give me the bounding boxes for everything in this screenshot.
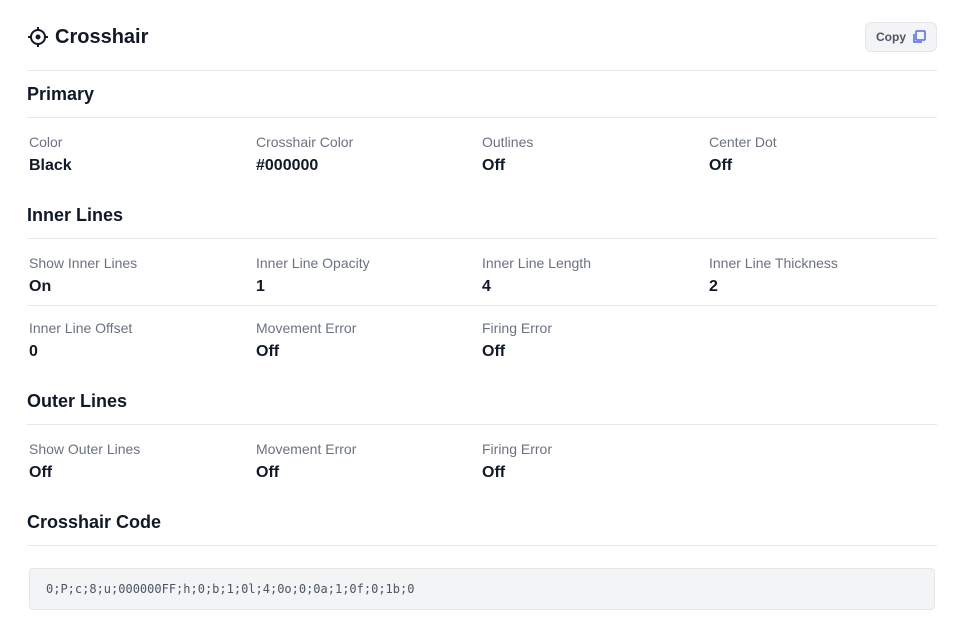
section-title-crosshair-code: Crosshair Code <box>27 512 162 532</box>
field-label: Inner Line Thickness <box>709 255 838 271</box>
copy-button-label: Copy <box>876 30 906 44</box>
field-value: Off <box>482 157 506 174</box>
field-value: On <box>29 278 52 295</box>
field-value: 1 <box>256 278 265 295</box>
field-show-outer-lines: Show Outer Lines Off <box>29 440 249 483</box>
field-value: 0 <box>29 343 38 360</box>
field-outer-firing-error: Firing Error Off <box>482 440 702 483</box>
field-value: Off <box>256 343 280 360</box>
divider <box>27 117 937 118</box>
copy-icon <box>912 30 926 44</box>
field-label: Outlines <box>482 134 534 150</box>
section-title-inner-lines: Inner Lines <box>27 205 124 225</box>
crosshair-code-text[interactable]: 0;P;c;8;u;000000FF;h;0;b;1;0l;4;0o;0;0a;… <box>46 582 414 596</box>
field-value: Off <box>482 343 506 360</box>
field-inner-line-thickness: Inner Line Thickness 2 <box>709 254 929 297</box>
field-label: Color <box>29 134 63 150</box>
field-inner-movement-error: Movement Error Off <box>256 319 476 362</box>
field-show-inner-lines: Show Inner Lines On <box>29 254 249 297</box>
field-crosshair-color: Crosshair Color #000000 <box>256 133 476 176</box>
field-label: Crosshair Color <box>256 134 354 150</box>
field-value: Off <box>256 464 280 481</box>
field-label: Firing Error <box>482 320 553 336</box>
crosshair-icon <box>27 26 49 48</box>
field-outer-movement-error: Movement Error Off <box>256 440 476 483</box>
field-outlines: Outlines Off <box>482 133 702 176</box>
field-value: Black <box>29 157 72 174</box>
field-value: #000000 <box>256 157 319 174</box>
page-title: Crosshair <box>55 26 149 48</box>
divider <box>27 238 937 239</box>
field-label: Inner Line Opacity <box>256 255 370 271</box>
field-inner-firing-error: Firing Error Off <box>482 319 702 362</box>
field-center-dot: Center Dot Off <box>709 133 929 176</box>
field-inner-line-offset: Inner Line Offset 0 <box>29 319 249 362</box>
field-value: 4 <box>482 278 491 295</box>
field-label: Show Outer Lines <box>29 441 141 457</box>
field-label: Inner Line Offset <box>29 320 133 336</box>
header: Crosshair Copy <box>27 22 937 52</box>
divider <box>27 70 937 71</box>
field-value: Off <box>709 157 733 174</box>
divider <box>27 545 937 546</box>
field-color: Color Black <box>29 133 249 176</box>
crosshair-code-box[interactable]: 0;P;c;8;u;000000FF;h;0;b;1;0l;4;0o;0;0a;… <box>29 568 935 610</box>
field-label: Firing Error <box>482 441 553 457</box>
field-value: Off <box>29 464 53 481</box>
section-title-outer-lines: Outer Lines <box>27 391 128 411</box>
field-value: Off <box>482 464 506 481</box>
copy-button[interactable]: Copy <box>865 22 937 52</box>
divider <box>27 305 937 306</box>
divider <box>27 424 937 425</box>
field-inner-line-opacity: Inner Line Opacity 1 <box>256 254 476 297</box>
field-label: Show Inner Lines <box>29 255 138 271</box>
field-label: Inner Line Length <box>482 255 591 271</box>
title-wrap: Crosshair <box>27 24 148 50</box>
section-title-primary: Primary <box>27 84 95 104</box>
field-value: 2 <box>709 278 718 295</box>
field-inner-line-length: Inner Line Length 4 <box>482 254 702 297</box>
field-label: Movement Error <box>256 441 357 457</box>
field-label: Movement Error <box>256 320 357 336</box>
field-label: Center Dot <box>709 134 777 150</box>
